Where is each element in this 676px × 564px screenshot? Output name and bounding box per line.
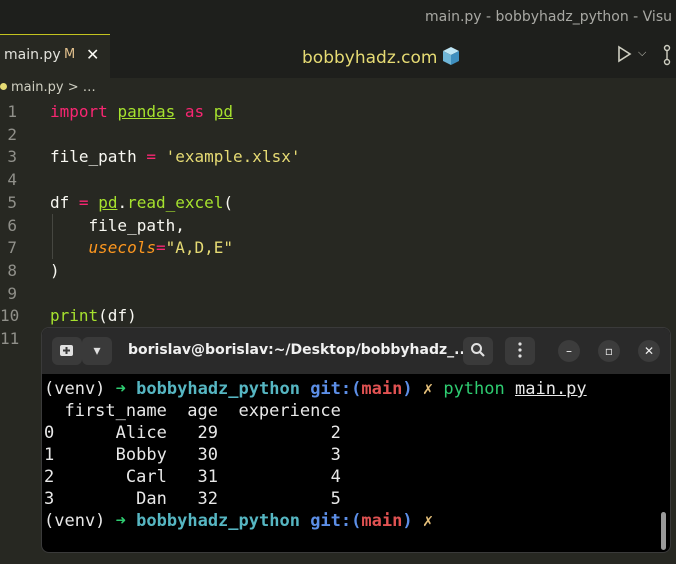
code-line[interactable]: 5 df = pd.read_excel( (0, 191, 676, 214)
line-number: 5 (7, 192, 17, 212)
source-control-icon[interactable] (662, 44, 676, 66)
code-line[interactable]: 9 (0, 282, 676, 305)
code-token: import (50, 102, 108, 121)
output-row: 1 Bobby 30 3 (44, 445, 341, 465)
minimize-icon: – (566, 344, 572, 358)
close-icon: ✕ (643, 344, 655, 358)
tab-bar: main.py M ✕ bobbyhadz.com ⌵ (0, 34, 676, 78)
tab-label: main.py (4, 47, 61, 63)
close-button[interactable]: ✕ (638, 340, 660, 362)
maximize-icon: ▫ (604, 344, 614, 358)
code-line[interactable]: 4 (0, 168, 676, 191)
code-token: pd (98, 192, 118, 212)
output-header: first_name age experience (44, 401, 341, 421)
line-number: 9 (7, 283, 17, 303)
line-number: 3 (7, 147, 17, 167)
code-token: df (50, 192, 79, 212)
menu-button[interactable] (505, 337, 535, 365)
line-number: 1 (7, 102, 17, 121)
prompt-line-1: (venv) ➜ bobbyhadz_python git:(main) ✗ p… (44, 379, 587, 399)
window-titlebar: main.py - bobbyhadz_python - Visu (0, 0, 676, 34)
run-icon[interactable] (616, 44, 632, 64)
code-token: file_path, (50, 215, 185, 235)
code-token: ( (223, 192, 234, 212)
search-button[interactable] (463, 337, 493, 365)
tab-main-py[interactable]: main.py M ✕ (0, 34, 110, 78)
code-line[interactable]: 1 import pandas as pd (0, 100, 676, 123)
terminal-title: borislav@borislav:~/Desktop/bobbyhadz_..… (128, 342, 471, 358)
code-token: print (50, 306, 99, 326)
code-line[interactable]: 7 usecols="A,D,E" (0, 236, 676, 260)
breadcrumb-file[interactable]: main.py (11, 80, 64, 95)
code-token: ) (50, 260, 60, 280)
new-tab-icon (60, 345, 73, 356)
close-icon[interactable]: ✕ (86, 45, 99, 64)
center-title: bobbyhadz.com (302, 46, 461, 68)
code-text: file_path, (50, 214, 185, 237)
chevron-down-icon[interactable]: ⌵ (638, 46, 646, 60)
code-token: 'example.xlsx' (165, 147, 301, 167)
terminal-header: ▾ borislav@borislav:~/Desktop/bobbyhadz_… (42, 328, 670, 374)
window-title: main.py - bobbyhadz_python - Visu (424, 9, 672, 25)
code-token: usecols (88, 238, 156, 258)
minimize-button[interactable]: – (558, 340, 580, 362)
code-token: . (117, 192, 128, 212)
site-title: bobbyhadz.com (302, 48, 438, 68)
code-line[interactable]: 2 (0, 123, 676, 146)
code-token: file_path (50, 147, 147, 167)
code-token: "A,D,E" (165, 238, 234, 258)
line-number: 8 (7, 260, 17, 280)
tab-menu-button[interactable]: ▾ (82, 337, 112, 365)
prompt-line-2: (venv) ➜ bobbyhadz_python git:(main) ✗ (44, 511, 434, 531)
output-row: 2 Carl 31 4 (44, 467, 341, 487)
code-token: as (184, 102, 205, 121)
line-number: 7 (7, 238, 17, 258)
output-row: 0 Alice 29 2 (44, 423, 341, 443)
code-text: ) (50, 259, 60, 282)
modified-badge: M (64, 47, 76, 62)
code-text: import pandas as pd (50, 100, 233, 123)
code-token: pd (213, 102, 234, 121)
terminal-scrollbar[interactable] (661, 512, 666, 550)
code-token: = (78, 192, 89, 212)
code-line[interactable]: 10 print(df) (0, 304, 676, 327)
code-line[interactable]: 3 file_path = 'example.xlsx' (0, 145, 676, 168)
new-tab-button[interactable] (52, 337, 82, 365)
breadcrumb-rest[interactable]: … (83, 80, 96, 95)
line-number: 11 (0, 329, 20, 348)
code-text: df = pd.read_excel( (50, 191, 233, 214)
breadcrumb: main.py > … (0, 80, 96, 100)
breadcrumb-sep: > (63, 80, 83, 95)
code-token: (df) (98, 306, 137, 326)
line-number: 4 (7, 170, 17, 190)
line-number: 10 (0, 306, 20, 326)
cube-icon (443, 47, 460, 65)
code-token: = (146, 147, 156, 167)
code-editor[interactable]: 1 import pandas as pd 2 3 file_path = 'examp… (0, 100, 676, 360)
chevron-down-icon: ▾ (93, 343, 101, 359)
code-text: print(df) (50, 304, 137, 327)
code-text: usecols="A,D,E" (50, 236, 234, 259)
code-token: pandas (117, 102, 176, 121)
line-number: 6 (7, 215, 17, 235)
kebab-menu-icon (518, 342, 522, 358)
terminal-window[interactable]: ▾ borislav@borislav:~/Desktop/bobbyhadz_… (41, 327, 671, 553)
line-number: 2 (7, 124, 17, 144)
maximize-button[interactable]: ▫ (598, 340, 620, 362)
code-line[interactable]: 6 file_path, (0, 213, 676, 237)
code-text: file_path = 'example.xlsx' (50, 145, 300, 168)
output-row: 3 Dan 32 5 (44, 489, 341, 509)
search-icon (471, 343, 485, 357)
python-file-icon (0, 83, 7, 90)
code-token: = (155, 238, 166, 258)
code-token: read_excel (127, 192, 224, 212)
code-line[interactable]: 8) (0, 259, 676, 282)
